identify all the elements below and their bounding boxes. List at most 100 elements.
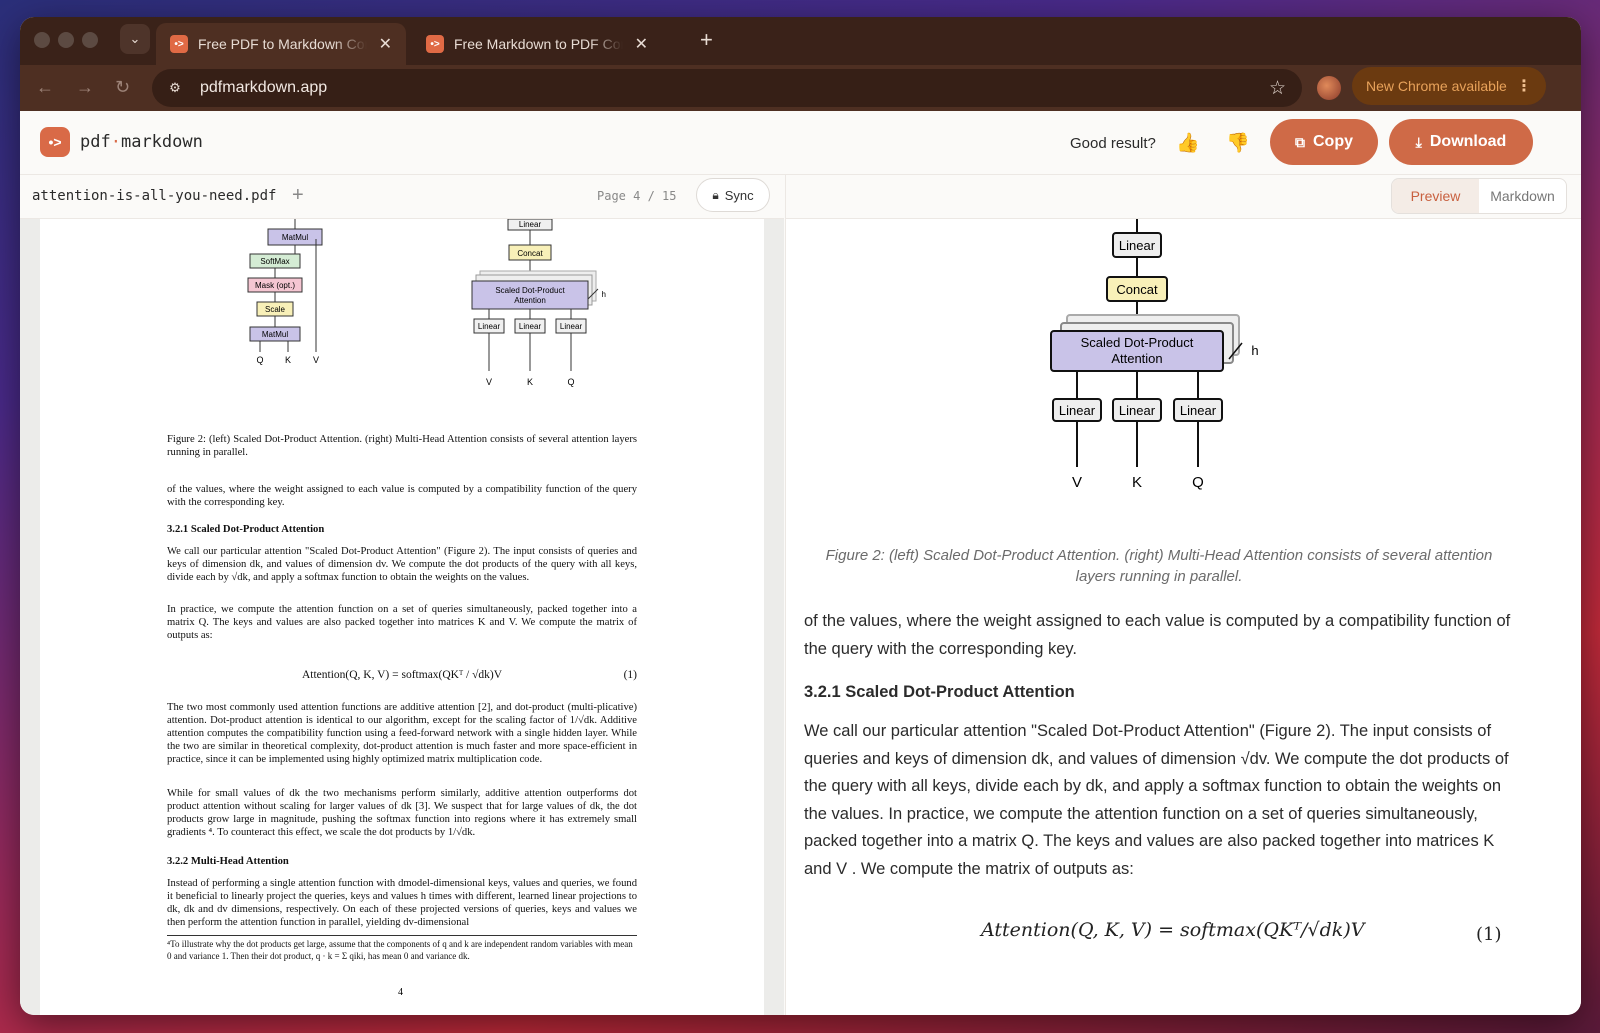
diagram-label: Scaled Dot-Product (1081, 335, 1194, 350)
logo-icon[interactable]: •> (40, 127, 70, 157)
equation: Attention(Q, K, V) = softmax(QKᵀ/√dk)V (981, 919, 1365, 941)
tab-pdf-to-markdown[interactable]: •> Free PDF to Markdown Converter ✕ (156, 23, 406, 65)
pdf-page: MatMul SoftMax Mask (opt.) Scale MatMul … (40, 219, 764, 1015)
forward-arrow-icon[interactable]: → (76, 77, 94, 98)
chevron-down-icon: ⌄ (129, 31, 141, 46)
kebab-menu-icon[interactable]: ⋮ (1516, 76, 1532, 96)
diagram-label: Mask (opt.) (255, 281, 295, 290)
logo-text-a: pdf (80, 132, 111, 152)
tab-search-button[interactable]: ⌄ (120, 24, 150, 54)
profile-avatar[interactable] (1317, 76, 1341, 100)
pdf-paragraph: of the values, where the weight assigned… (167, 484, 637, 508)
pdf-paragraph: While for small values of dk the two mec… (167, 788, 637, 838)
address-bar[interactable]: ⚙ pdfmarkdown.app ☆ (152, 69, 1302, 107)
figure-caption: Figure 2: (left) Scaled Dot-Product Atte… (825, 547, 1493, 585)
pdf-caption: Figure 2: (left) Scaled Dot-Product Atte… (167, 434, 637, 458)
input-label: Q (256, 355, 263, 365)
pdf-paragraph: We call our particular attention "Scaled… (167, 546, 637, 583)
head-count-label: h (602, 290, 606, 299)
close-tab-icon[interactable]: ✕ (635, 34, 648, 54)
pdf-heading: 3.2.2 Multi-Head Attention (167, 856, 289, 867)
close-window-button[interactable] (34, 32, 50, 48)
download-icon: ⤓ (1415, 133, 1422, 150)
multi-head-attention-figure: Linear Concat Scaled Dot-Product Attenti… (1050, 219, 1259, 491)
browser-window: ⌄ •> Free PDF to Markdown Converter ✕ •>… (20, 17, 1581, 1015)
app-header: •> pdf·markdown Good result? 👍 👎 ⧉ Copy ⤓… (20, 111, 1581, 175)
preview-tab[interactable]: Preview (1392, 179, 1479, 213)
input-label: Q (567, 377, 574, 387)
page-indicator: Page 4 / 15 (597, 189, 677, 203)
lock-icon: 🔒︎ (712, 187, 719, 202)
sync-button[interactable]: 🔒︎ Sync (696, 178, 770, 212)
diagram-label: Linear (519, 220, 542, 229)
thumbs-up-icon[interactable]: 👍 (1176, 131, 1200, 155)
input-label: V (313, 355, 319, 365)
site-settings-icon[interactable]: ⚙ (164, 77, 186, 99)
equation-number: (1) (1476, 924, 1502, 945)
diagram-label: Linear (478, 322, 501, 331)
diagram-label: Scaled Dot-Product (495, 286, 565, 295)
pdf-paragraph: Instead of performing a single attention… (167, 878, 637, 928)
pdf-equation: Attention(Q, K, V) = softmax(QKᵀ / √dk)V… (167, 669, 637, 681)
input-label: K (1132, 474, 1142, 491)
download-button[interactable]: ⤓ Download (1389, 119, 1533, 165)
chrome-update-button[interactable]: New Chrome available ⋮ (1352, 67, 1546, 105)
diagram-label: Linear (1180, 403, 1217, 418)
head-count-label: h (1251, 343, 1258, 358)
diagram-label: Concat (517, 249, 543, 258)
markdown-preview[interactable]: Linear Concat Scaled Dot-Product Attenti… (785, 219, 1581, 1015)
browser-toolbar: ← → ↻ ⚙ pdfmarkdown.app ☆ New Chrome ava… (20, 65, 1581, 111)
pdf-page-number: 4 (398, 987, 403, 998)
diagram-label: MatMul (262, 330, 288, 339)
download-label: Download (1429, 133, 1507, 150)
favicon-icon: •> (170, 35, 188, 53)
pdf-heading: 3.2.1 Scaled Dot-Product Attention (167, 524, 325, 535)
tab-markdown-to-pdf[interactable]: •> Free Markdown to PDF Converter ✕ (412, 23, 662, 65)
copy-icon: ⧉ (1295, 133, 1305, 150)
back-arrow-icon[interactable]: ← (36, 77, 54, 98)
thumbs-down-icon[interactable]: 👎 (1226, 131, 1250, 155)
markdown-tab[interactable]: Markdown (1479, 179, 1566, 213)
diagram-label: Attention (1111, 351, 1162, 366)
pdf-pane-header: attention-is-all-you-need.pdf + Page 4 /… (20, 175, 784, 219)
equation-text: Attention(Q, K, V) = softmax(QKᵀ / √dk)V (301, 669, 503, 681)
diagram-label: Concat (1116, 282, 1158, 297)
scaled-dot-product-diagram: MatMul SoftMax Mask (opt.) Scale MatMul … (247, 219, 323, 365)
preview-paragraph: We call our particular attention "Scaled… (804, 722, 1509, 878)
equation-number: (1) (623, 669, 637, 681)
preview-paragraph: of the values, where the weight assigned… (804, 612, 1511, 658)
diagram-label: SoftMax (260, 257, 289, 266)
diagram-label: Linear (1059, 403, 1096, 418)
diagram-label: Attention (514, 296, 546, 305)
sync-label: Sync (724, 187, 754, 203)
new-tab-button[interactable]: + (700, 27, 713, 53)
copy-label: Copy (1313, 133, 1353, 150)
diagram-label: Linear (560, 322, 583, 331)
pdf-viewer[interactable]: MatMul SoftMax Mask (opt.) Scale MatMul … (20, 219, 784, 1015)
logo-text[interactable]: pdf·markdown (80, 132, 203, 152)
diagram-label: Scale (265, 305, 286, 314)
diagram-label: Linear (519, 322, 542, 331)
bookmark-star-icon[interactable]: ☆ (1269, 77, 1286, 100)
input-label: K (527, 377, 533, 387)
copy-button[interactable]: ⧉ Copy (1270, 119, 1378, 165)
view-toggle: Preview Markdown (1391, 178, 1567, 214)
tab-strip: ⌄ •> Free PDF to Markdown Converter ✕ •>… (20, 17, 1581, 65)
pdf-paragraph: The two most commonly used attention fun… (167, 702, 637, 765)
favicon-icon: •> (426, 35, 444, 53)
pdf-paragraph: In practice, we compute the attention fu… (167, 604, 637, 641)
diagram-label: MatMul (282, 233, 308, 242)
minimize-window-button[interactable] (58, 32, 74, 48)
add-file-icon[interactable]: + (292, 184, 304, 207)
reload-icon[interactable]: ↻ (115, 77, 130, 98)
input-label: K (285, 355, 291, 365)
input-label: Q (1192, 474, 1204, 491)
update-label: New Chrome available (1366, 78, 1507, 94)
url-text[interactable]: pdfmarkdown.app (200, 79, 327, 97)
logo-text-b: markdown (120, 132, 203, 152)
tab-title: Free PDF to Markdown Converter (198, 36, 367, 52)
zoom-window-button[interactable] (82, 32, 98, 48)
close-tab-icon[interactable]: ✕ (379, 34, 392, 54)
multi-head-attention-diagram: Linear Concat Scaled Dot-Product Attenti… (471, 219, 606, 387)
input-label: V (1072, 474, 1082, 491)
